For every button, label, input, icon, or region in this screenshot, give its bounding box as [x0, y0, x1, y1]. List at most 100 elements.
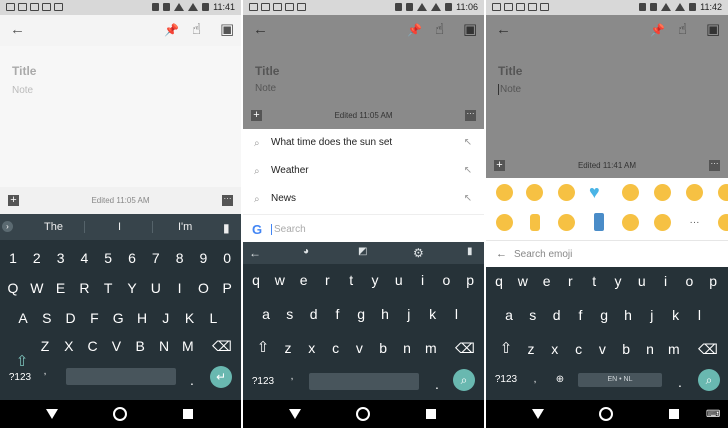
- nav-home-icon[interactable]: [356, 407, 370, 421]
- key-c[interactable]: c: [569, 339, 589, 359]
- key-x[interactable]: X: [59, 336, 79, 356]
- comma-key[interactable]: ,: [285, 367, 299, 387]
- key-k[interactable]: k: [666, 305, 686, 325]
- reminder-hand-icon[interactable]: ☝: [435, 21, 444, 39]
- key-0[interactable]: 0: [217, 248, 237, 268]
- key-l[interactable]: L: [203, 308, 223, 328]
- key-5[interactable]: 5: [98, 248, 118, 268]
- emoji-face-icon[interactable]: [718, 214, 728, 231]
- key-q[interactable]: q: [246, 270, 266, 290]
- key-f[interactable]: f: [327, 304, 347, 324]
- key-r[interactable]: R: [74, 278, 94, 298]
- key-i[interactable]: i: [656, 271, 676, 291]
- emoji-grin-face-icon[interactable]: [526, 184, 543, 201]
- key-j[interactable]: j: [642, 305, 662, 325]
- key-6[interactable]: 6: [122, 248, 142, 268]
- key-v[interactable]: v: [592, 339, 612, 359]
- emoji-blue-heart-icon[interactable]: ♥: [589, 183, 609, 201]
- back-arrow-icon[interactable]: ←: [496, 248, 507, 260]
- key-p[interactable]: p: [460, 270, 480, 290]
- key-m[interactable]: m: [664, 339, 684, 359]
- key-o[interactable]: o: [436, 270, 456, 290]
- nav-home-icon[interactable]: [599, 407, 613, 421]
- key-e[interactable]: E: [51, 278, 71, 298]
- nav-recents-icon[interactable]: [426, 409, 436, 419]
- search-result-row[interactable]: ⌕ News ↖: [243, 186, 484, 214]
- key-d[interactable]: d: [304, 304, 324, 324]
- key-g[interactable]: G: [108, 308, 128, 328]
- back-arrow-icon[interactable]: ←: [249, 246, 261, 260]
- comma-key[interactable]: ,: [528, 370, 542, 390]
- key-w[interactable]: W: [27, 278, 47, 298]
- key-b[interactable]: b: [616, 339, 636, 359]
- more-emoji-icon[interactable]: ···: [686, 214, 703, 231]
- key-g[interactable]: g: [594, 305, 614, 325]
- note-body-field[interactable]: Note: [12, 85, 33, 96]
- note-title-field[interactable]: Title: [255, 64, 279, 78]
- mic-icon[interactable]: ▮: [467, 246, 473, 257]
- reminder-hand-icon[interactable]: ☝: [678, 21, 687, 39]
- key-q[interactable]: q: [489, 271, 509, 291]
- key-s[interactable]: s: [280, 304, 300, 324]
- search-key[interactable]: ⌕: [698, 369, 720, 391]
- emoji-smirk-face-icon[interactable]: [558, 214, 575, 231]
- key-y[interactable]: y: [365, 270, 385, 290]
- emoji-dizzy-face-icon[interactable]: [654, 214, 671, 231]
- emoji-frown-face-icon[interactable]: [622, 184, 639, 201]
- key-s[interactable]: s: [523, 305, 543, 325]
- key-u[interactable]: u: [389, 270, 409, 290]
- key-e[interactable]: e: [294, 270, 314, 290]
- key-n[interactable]: n: [397, 338, 417, 358]
- key-1[interactable]: 1: [3, 248, 23, 268]
- search-result-row[interactable]: ⌕ Weather ↖: [243, 158, 484, 186]
- back-arrow-icon[interactable]: ←: [10, 21, 25, 39]
- mic-icon[interactable]: ▮: [223, 221, 230, 235]
- nav-back-icon[interactable]: [532, 409, 544, 419]
- key-t[interactable]: t: [584, 271, 604, 291]
- fill-query-arrow-icon[interactable]: ↖: [464, 137, 472, 148]
- key-v[interactable]: v: [349, 338, 369, 358]
- period-key[interactable]: .: [427, 374, 447, 394]
- key-8[interactable]: 8: [170, 248, 190, 268]
- key-l[interactable]: l: [689, 305, 709, 325]
- emoji-face-icon[interactable]: [718, 184, 728, 201]
- search-result-row[interactable]: ⌕ What time does the sun set ↖: [243, 130, 484, 158]
- emoji-smile-face-icon[interactable]: [654, 184, 671, 201]
- key-n[interactable]: N: [154, 336, 174, 356]
- search-key[interactable]: ⌕: [453, 369, 475, 391]
- pin-icon[interactable]: 📌: [164, 21, 179, 39]
- key-h[interactable]: H: [132, 308, 152, 328]
- nav-recents-icon[interactable]: [183, 409, 193, 419]
- shift-key[interactable]: ⇧: [496, 339, 516, 359]
- nav-back-icon[interactable]: [46, 409, 58, 419]
- nav-recents-icon[interactable]: [669, 409, 679, 419]
- symbols-key[interactable]: ?123: [249, 372, 277, 392]
- emoji-phone-icon[interactable]: [594, 213, 604, 231]
- key-j[interactable]: j: [399, 304, 419, 324]
- comma-key[interactable]: ,: [38, 362, 52, 382]
- key-z[interactable]: z: [278, 338, 298, 358]
- key-x[interactable]: x: [545, 339, 565, 359]
- key-h[interactable]: h: [618, 305, 638, 325]
- archive-icon[interactable]: ▣: [220, 21, 234, 39]
- archive-icon[interactable]: ▣: [463, 21, 477, 39]
- emoji-thinking-face-icon[interactable]: [558, 184, 575, 201]
- emoji-finger-icon[interactable]: [530, 214, 540, 231]
- theme-palette-icon[interactable]: ◕: [303, 246, 309, 257]
- pin-icon[interactable]: 📌: [407, 21, 422, 39]
- key-3[interactable]: 3: [51, 248, 71, 268]
- key-e[interactable]: e: [537, 271, 557, 291]
- key-t[interactable]: T: [98, 278, 118, 298]
- key-k[interactable]: k: [423, 304, 443, 324]
- key-b[interactable]: B: [130, 336, 150, 356]
- key-t[interactable]: t: [341, 270, 361, 290]
- key-o[interactable]: o: [679, 271, 699, 291]
- note-title-field[interactable]: Title: [498, 64, 522, 78]
- emoji-angry-face-icon[interactable]: [496, 184, 513, 201]
- key-p[interactable]: p: [703, 271, 723, 291]
- key-w[interactable]: w: [270, 270, 290, 290]
- note-title-field[interactable]: Title: [12, 64, 36, 78]
- key-p[interactable]: P: [217, 278, 237, 298]
- key-a[interactable]: a: [256, 304, 276, 324]
- key-i[interactable]: i: [413, 270, 433, 290]
